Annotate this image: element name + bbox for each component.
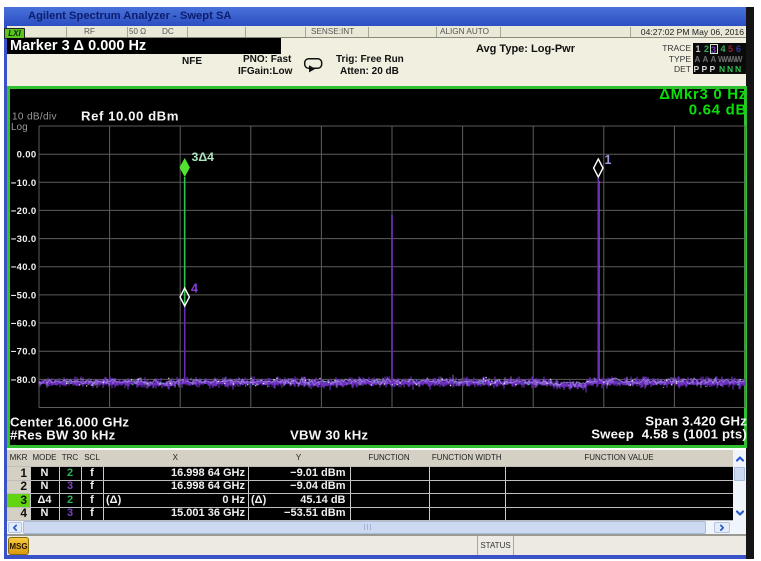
svg-text:Log: Log: [11, 122, 28, 133]
svg-text:−30.0: −30.0: [11, 234, 37, 245]
svg-text:4: 4: [191, 282, 198, 296]
svg-text:#Res BW 30 kHz: #Res BW 30 kHz: [10, 428, 116, 443]
svg-text:−10.0: −10.0: [11, 178, 37, 189]
svg-text:−50.0: −50.0: [11, 290, 37, 301]
svg-text:10 dB/div: 10 dB/div: [12, 112, 57, 123]
svg-text:0.64 dB: 0.64 dB: [689, 101, 747, 118]
svg-text:−40.0: −40.0: [11, 262, 37, 273]
svg-text:−60.0: −60.0: [11, 319, 37, 330]
svg-text:−80.0: −80.0: [11, 375, 37, 386]
svg-text:1: 1: [605, 153, 612, 167]
svg-text:3Δ4: 3Δ4: [192, 150, 215, 164]
svg-text:VBW 30 kHz: VBW 30 kHz: [290, 428, 368, 443]
svg-text:−70.0: −70.0: [11, 347, 37, 358]
svg-text:−20.0: −20.0: [11, 206, 37, 217]
svg-text:Ref 10.00 dBm: Ref 10.00 dBm: [81, 109, 179, 124]
svg-text:Sweep 4.58 s (1001 pts): Sweep 4.58 s (1001 pts): [591, 427, 747, 442]
svg-text:0.00: 0.00: [17, 150, 37, 161]
